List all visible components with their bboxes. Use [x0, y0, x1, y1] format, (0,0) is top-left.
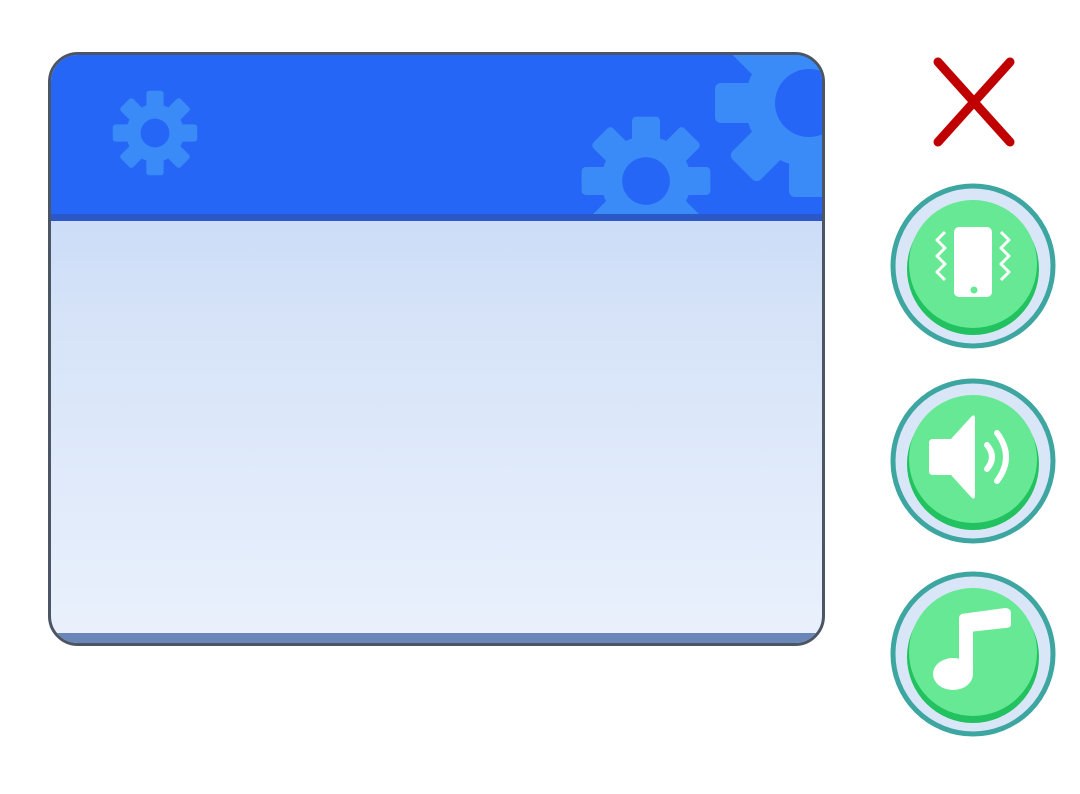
settings-panel — [48, 52, 825, 646]
game-settings-screen — [0, 0, 1080, 794]
gear-icon — [715, 55, 822, 197]
gear-icon — [581, 116, 711, 221]
close-button[interactable] — [928, 56, 1020, 148]
vibration-button[interactable] — [889, 182, 1057, 350]
header-divider — [51, 214, 822, 221]
panel-bottom-edge — [51, 633, 822, 643]
close-icon — [933, 57, 1015, 147]
music-button[interactable] — [889, 570, 1057, 738]
gear-icon — [112, 90, 198, 176]
sound-button[interactable] — [889, 377, 1057, 545]
settings-panel-header — [51, 55, 822, 221]
